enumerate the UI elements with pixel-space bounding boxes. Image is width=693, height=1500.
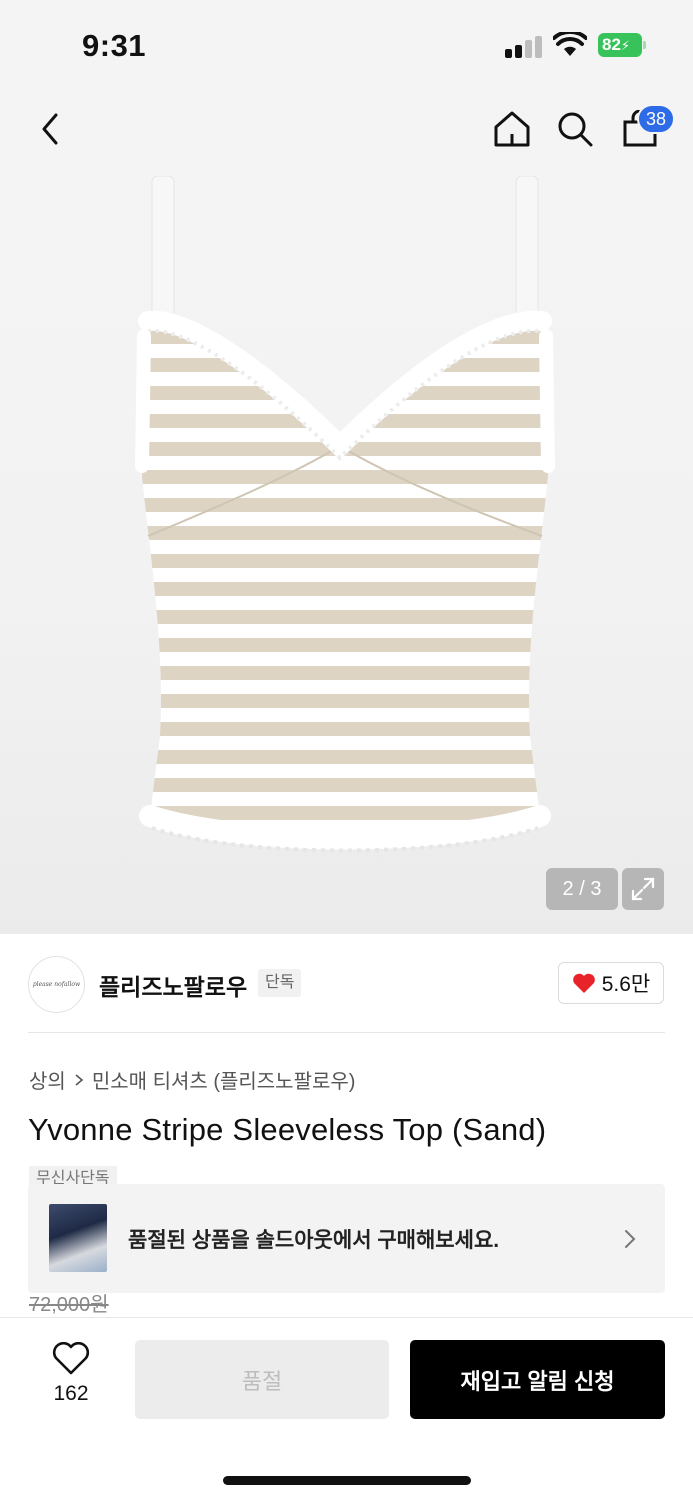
chevron-right-icon [625, 1230, 636, 1248]
product-image-gallery[interactable]: 2 / 3 [0, 172, 693, 934]
brand-like-count: 5.6만 [601, 973, 651, 996]
home-icon [494, 111, 530, 147]
brand-row: please nofallow 플리즈노팔로우 단독 5.6만 [0, 934, 693, 1034]
brand-logo[interactable]: please nofallow [28, 956, 85, 1013]
breadcrumb-subcategory[interactable]: 민소매 티셔츠 (플리즈노팔로우) [92, 1065, 356, 1094]
product-image [135, 176, 555, 853]
status-bar: 9:31 82⚡ [0, 0, 693, 92]
home-button[interactable] [487, 104, 537, 154]
heart-outline-icon [52, 1342, 90, 1375]
breadcrumb: 상의 민소매 티셔츠 (플리즈노팔로우) [29, 1065, 355, 1094]
expand-button[interactable] [622, 868, 664, 910]
heart-filled-icon [572, 973, 595, 993]
expand-icon [631, 877, 655, 901]
soldout-shop-banner[interactable]: 품절된 상품을 솔드아웃에서 구매해보세요. [28, 1184, 665, 1293]
exclusive-brand-tag: 단독 [258, 969, 302, 997]
image-counter: 2 / 3 [546, 868, 618, 910]
wishlist-button[interactable]: 162 [44, 1342, 98, 1414]
wifi-icon [553, 32, 587, 56]
cart-count-badge: 38 [637, 104, 675, 134]
battery-icon: 82⚡ [598, 33, 646, 57]
home-indicator [223, 1476, 471, 1485]
product-title: Yvonne Stripe Sleeveless Top (Sand) [28, 1112, 547, 1147]
divider [28, 1032, 665, 1033]
chevron-left-icon [42, 113, 58, 145]
wishlist-count: 162 [53, 1382, 89, 1405]
search-button[interactable] [550, 104, 600, 154]
soldout-button: 품절 [135, 1340, 389, 1419]
banner-thumbnail [49, 1204, 107, 1272]
top-nav [0, 92, 693, 172]
cellular-signal-icon [505, 36, 543, 58]
search-icon [558, 112, 593, 147]
breadcrumb-category[interactable]: 상의 [29, 1065, 66, 1094]
back-button[interactable] [26, 104, 76, 154]
brand-name[interactable]: 플리즈노팔로우 [99, 968, 247, 1002]
chevron-right-icon [75, 1073, 84, 1086]
status-time: 9:31 [82, 28, 147, 63]
restock-alert-button[interactable]: 재입고 알림 신청 [410, 1340, 665, 1419]
battery-level: 82 [602, 35, 621, 54]
bottom-action-bar: 162 품절 재입고 알림 신청 [0, 1317, 693, 1500]
soldout-banner-text: 품절된 상품을 솔드아웃에서 구매해보세요. [128, 1229, 500, 1252]
brand-like-button[interactable]: 5.6만 [558, 962, 664, 1004]
